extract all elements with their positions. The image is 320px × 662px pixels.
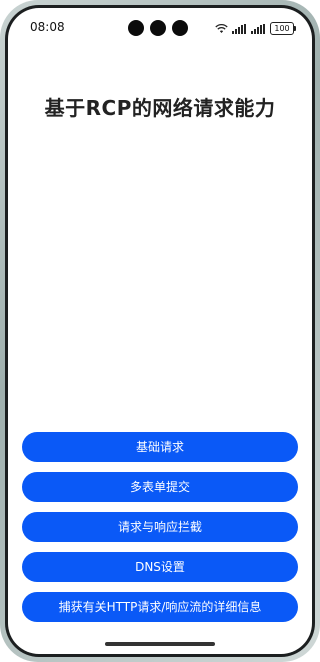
signal-icon (232, 19, 247, 38)
status-time: 08:08 (30, 20, 65, 34)
action-button-list: 基础请求 多表单提交 请求与响应拦截 DNS设置 捕获有关HTTP请求/响应流的… (22, 432, 298, 622)
wifi-icon (215, 19, 228, 38)
capture-http-details-button[interactable]: 捕获有关HTTP请求/响应流的详细信息 (22, 592, 298, 622)
camera-dot (150, 20, 166, 36)
basic-request-button[interactable]: 基础请求 (22, 432, 298, 462)
interceptor-button[interactable]: 请求与响应拦截 (22, 512, 298, 542)
device-bezel: 08:08 100 基于RCP的网络请求能力 基础请求 多表单提交 请求与响应拦… (5, 5, 315, 657)
page-title: 基于RCP的网络请求能力 (44, 96, 276, 120)
battery-icon: 100 (270, 22, 296, 35)
device-frame: 08:08 100 基于RCP的网络请求能力 基础请求 多表单提交 请求与响应拦… (0, 0, 320, 662)
multipart-form-button[interactable]: 多表单提交 (22, 472, 298, 502)
signal-icon (251, 19, 266, 38)
status-icons: 100 (215, 19, 296, 38)
dns-settings-button[interactable]: DNS设置 (22, 552, 298, 582)
home-indicator[interactable] (105, 642, 215, 646)
screen: 08:08 100 基于RCP的网络请求能力 基础请求 多表单提交 请求与响应拦… (8, 8, 312, 654)
camera-dot (172, 20, 188, 36)
status-bar: 08:08 100 (8, 8, 312, 48)
camera-cutout (128, 20, 188, 36)
camera-dot (128, 20, 144, 36)
